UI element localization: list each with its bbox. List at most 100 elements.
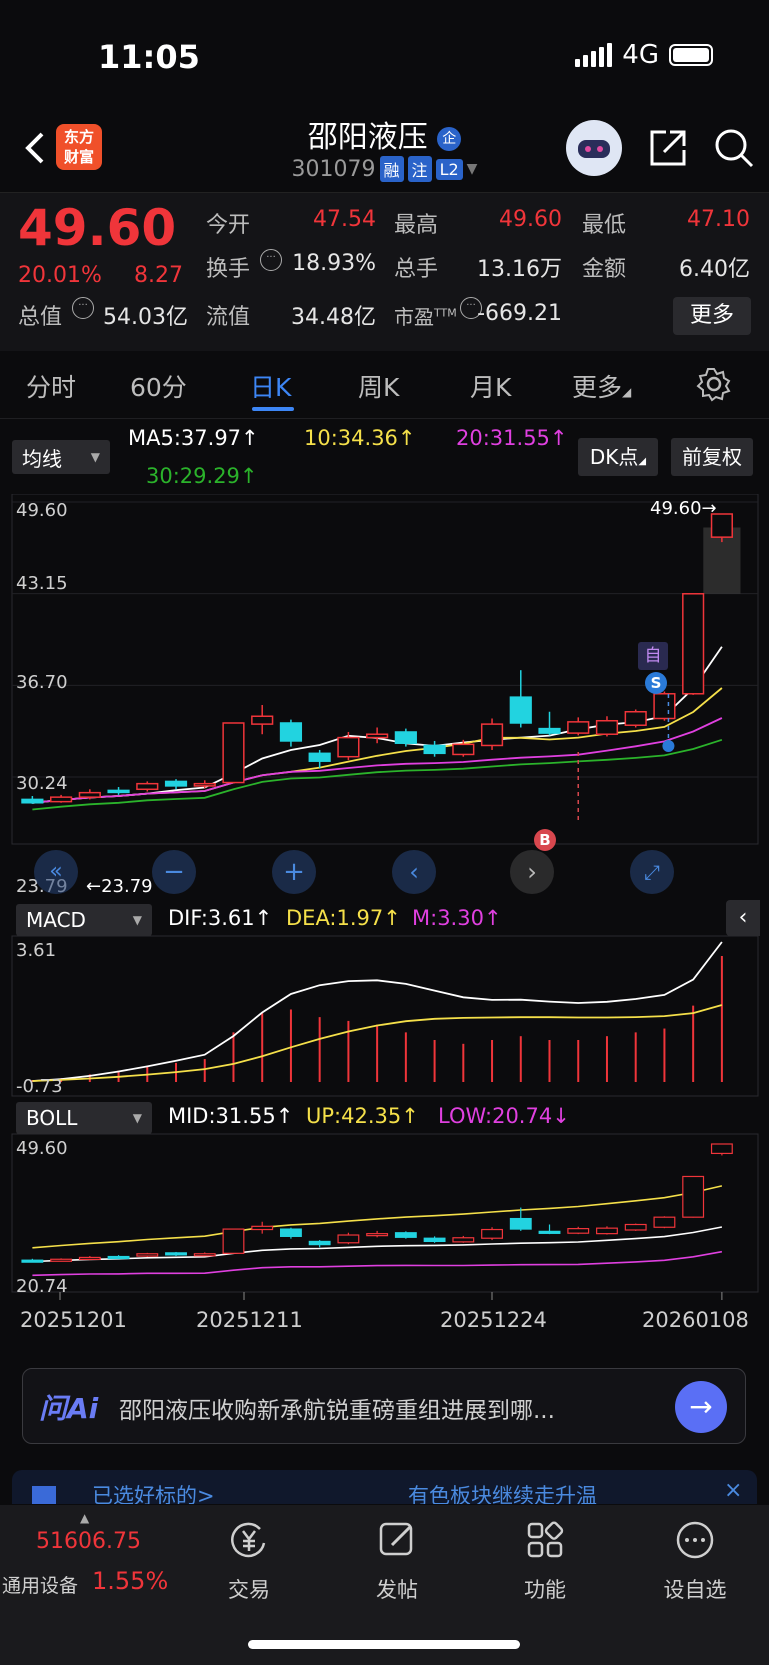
ma30-line [32, 738, 723, 811]
candle-body [21, 798, 44, 804]
change-percent: 20.01% [18, 263, 102, 288]
caret-down-icon: ▼ [466, 161, 478, 177]
boll-candle-body [452, 1237, 475, 1243]
boll-candle-body [538, 1230, 561, 1234]
chart-first-button[interactable]: « [34, 850, 78, 894]
marker-buy[interactable]: B [534, 829, 556, 851]
chart-prev-button[interactable]: ‹ [392, 850, 436, 894]
macd-y-bottom: -0.73 [16, 1076, 63, 1097]
high-label: 最高 [394, 213, 439, 238]
nav-trade[interactable]: 交易 [194, 1519, 304, 1604]
indicator-dropdown-ma[interactable]: 均线 ▼ [12, 440, 110, 474]
nav-post[interactable]: 发帖 [342, 1519, 452, 1604]
caret-up-icon: ▲ [80, 1511, 90, 1525]
macd-dea: DEA:1.97↑ [286, 906, 401, 930]
tab-more[interactable]: 更多◢ [572, 368, 631, 404]
boll-candle-body [624, 1223, 647, 1231]
change-amount: 8.27 [134, 263, 183, 288]
kline-y-label-2: 43.15 [16, 573, 68, 594]
high-value: 49.60 [499, 207, 562, 232]
tab-60min[interactable]: 60分 [130, 368, 187, 404]
share-icon [650, 130, 686, 166]
active-tab-indicator [252, 407, 294, 411]
ai-send-button[interactable]: → [675, 1381, 727, 1433]
assistant-robot-icon[interactable] [566, 120, 622, 176]
boll-up: UP:42.35↑ [306, 1104, 419, 1128]
kline-y-label-4: 30.24 [16, 773, 68, 794]
boll-candle-body [509, 1217, 532, 1230]
stock-header: 东方 财富 邵阳液压 企 301079 融 注 L2 ▼ [0, 110, 769, 190]
kline-y-label-3: 36.70 [16, 672, 68, 693]
chart-fullscreen-button[interactable]: ⤢ [630, 850, 674, 894]
turnover-value: 18.93% [292, 251, 376, 276]
banner-close-button[interactable]: × [724, 1478, 742, 1503]
candle-body [394, 731, 417, 744]
x-date-4: 20260108 [642, 1308, 749, 1332]
search-button[interactable] [712, 126, 756, 170]
pe-label: 市盈TTM [394, 305, 457, 329]
indicator-dropdown-macd[interactable]: MACD ▼ [16, 904, 152, 936]
edit-icon [379, 1522, 413, 1556]
boll-low: LOW:20.74↓ [438, 1104, 570, 1128]
x-date-3: 20251224 [440, 1308, 547, 1332]
search-icon [715, 129, 754, 168]
status-indicators: 4G [575, 40, 713, 70]
candle-body [164, 780, 188, 787]
candle-body [78, 791, 101, 798]
tab-weekly[interactable]: 周K [358, 368, 399, 404]
index-value[interactable]: 51606.75 [36, 1529, 141, 1554]
gear-icon [696, 368, 731, 402]
boll-low-line [32, 1250, 723, 1277]
indicator-dropdown-boll[interactable]: BOLL ▼ [16, 1102, 152, 1134]
ma5-line [32, 646, 723, 804]
stock-name: 邵阳液压 [307, 120, 428, 155]
news-banner[interactable]: 已选好标的> 有色板块继续走升温 × [12, 1470, 757, 1504]
ai-question-bar[interactable]: 问Ai 邵阳液压收购新承航锐重磅重组进展到哪... → [22, 1368, 746, 1444]
boll-y-bottom: 20.74 [16, 1276, 68, 1297]
chart-next-button[interactable]: › [510, 850, 554, 894]
low-label: 最低 [582, 213, 627, 238]
kline-y-label-top: 49.60 [16, 500, 68, 521]
tab-intraday[interactable]: 分时 [26, 368, 76, 404]
low-value: 47.10 [687, 207, 750, 232]
more-button[interactable]: 更多 [673, 297, 751, 335]
nav-functions[interactable]: 功能 [490, 1519, 600, 1604]
candle-body [567, 721, 590, 734]
share-button[interactable] [646, 126, 690, 170]
collapse-panel-button[interactable]: ‹ [726, 900, 760, 936]
boll-candle-body [21, 1259, 44, 1263]
tab-monthly[interactable]: 月K [470, 368, 511, 404]
boll-candle-body [596, 1227, 618, 1235]
banner-left-text: 已选好标的> [92, 1484, 215, 1504]
tag-l2: L2 [435, 158, 463, 180]
candle-body [136, 782, 159, 791]
float-cap-value: 34.48亿 [291, 305, 376, 330]
nav-add-watchlist[interactable]: 设自选 [640, 1519, 750, 1604]
adjust-button[interactable]: 前复权 [671, 438, 753, 476]
mktcap-label: 总值 [18, 305, 63, 330]
last-price-marker: 49.60→ [650, 498, 717, 519]
marker-sell[interactable]: S [645, 672, 667, 694]
boll-candle-body [193, 1253, 216, 1257]
dk-point-button[interactable]: DK点◢ [578, 438, 658, 476]
macd-chart [11, 935, 759, 1097]
last-price: 49.60 [18, 199, 177, 257]
candle-body [452, 743, 475, 756]
signal-icon [575, 43, 613, 67]
candle-body [538, 727, 561, 734]
candle-body [279, 722, 303, 742]
boll-mid: MID:31.55↑ [168, 1104, 294, 1128]
amount-value: 6.40亿 [679, 257, 750, 282]
float-cap-label: 流值 [206, 305, 251, 330]
banner-right-text: 有色板块继续走升温 [408, 1484, 597, 1504]
chart-zoom-out-button[interactable]: − [152, 850, 196, 894]
marker-zi[interactable]: 自 [638, 642, 668, 670]
candle-body [308, 752, 331, 762]
settings-gear-button[interactable] [696, 366, 732, 402]
boll-up-line [32, 1185, 723, 1249]
x-date-2: 20251211 [196, 1308, 303, 1332]
candle-body [193, 782, 216, 787]
tab-daily[interactable]: 日K [250, 368, 291, 404]
min-price-marker: ←23.79 [86, 876, 153, 897]
chart-zoom-in-button[interactable]: + [272, 850, 316, 894]
